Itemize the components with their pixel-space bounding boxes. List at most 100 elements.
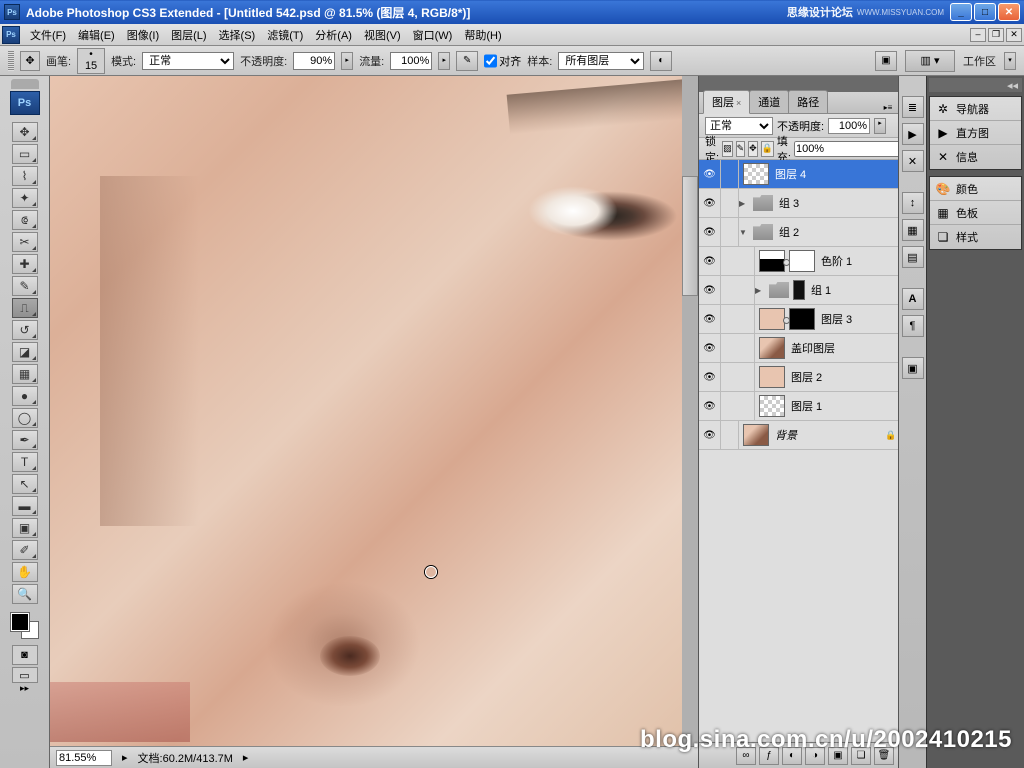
menu-image[interactable]: 图像(I) <box>121 25 165 45</box>
layer-name[interactable]: 组 1 <box>809 282 898 298</box>
doc-min-button[interactable]: – <box>970 28 986 42</box>
quickmask-button[interactable]: ◙ <box>12 645 38 665</box>
visibility-icon[interactable]: 👁 <box>699 160 721 188</box>
brush-tool[interactable]: ✎ <box>12 276 38 296</box>
toolbox-tab[interactable] <box>11 79 39 89</box>
layer-name[interactable]: 图层 4 <box>773 166 898 182</box>
tab-paths[interactable]: 路径 <box>788 90 828 113</box>
menu-analyze[interactable]: 分析(A) <box>309 25 358 45</box>
new-group-button[interactable]: ▣ <box>828 747 848 765</box>
align-checkbox[interactable]: 对齐 <box>484 52 521 70</box>
slice-tool[interactable]: ✂ <box>12 232 38 252</box>
menu-window[interactable]: 窗口(W) <box>407 25 459 45</box>
lock-trans-button[interactable]: ▨ <box>722 141 733 157</box>
zoom-input[interactable] <box>56 750 112 766</box>
move-tool[interactable]: ✥ <box>12 122 38 142</box>
bridge-bar[interactable]: ▥ ▾ <box>905 50 955 72</box>
doc-close-button[interactable]: ✕ <box>1006 28 1022 42</box>
menu-edit[interactable]: 编辑(E) <box>72 25 121 45</box>
layer-row[interactable]: 👁色阶 1 <box>699 247 898 276</box>
current-tool-icon[interactable]: ✥ <box>20 51 40 71</box>
zoom-tool[interactable]: 🔍 <box>12 584 38 604</box>
menu-file[interactable]: 文件(F) <box>24 25 72 45</box>
layer-list[interactable]: 👁图层 4👁▶组 3👁▼组 2👁色阶 1👁▶组 1👁图层 3👁盖印图层👁图层 2… <box>699 160 898 742</box>
minimize-button[interactable]: _ <box>950 3 972 21</box>
dock-history-icon[interactable]: ≣ <box>902 96 924 118</box>
notes-tool[interactable]: ▣ <box>12 518 38 538</box>
dock-pilcrow-icon[interactable]: ¶ <box>902 315 924 337</box>
sample-ignore-button[interactable]: ◐ <box>650 51 672 71</box>
disclosure-icon[interactable]: ▶ <box>739 199 749 208</box>
type-tool[interactable]: T <box>12 452 38 472</box>
eyedropper-tool[interactable]: ✐ <box>12 540 38 560</box>
layer-thumb[interactable] <box>743 424 769 446</box>
histogram-palette[interactable]: ▶直方图 <box>930 121 1021 145</box>
maximize-button[interactable]: □ <box>974 3 996 21</box>
airbrush-button[interactable]: ✎ <box>456 51 478 71</box>
visibility-icon[interactable]: 👁 <box>699 334 721 362</box>
heal-tool[interactable]: ✚ <box>12 254 38 274</box>
layer-name[interactable]: 组 2 <box>777 224 898 240</box>
layer-mask-button[interactable]: ◐ <box>782 747 802 765</box>
visibility-icon[interactable]: 👁 <box>699 189 721 217</box>
layer-name[interactable]: 背景 <box>773 427 884 443</box>
layer-fx-button[interactable]: ƒ <box>759 747 779 765</box>
dock-brushes-icon[interactable]: ▤ <box>902 246 924 268</box>
tab-layers[interactable]: 图层× <box>703 90 750 114</box>
layer-row[interactable]: 👁背景🔒 <box>699 421 898 450</box>
hand-tool[interactable]: ✋ <box>12 562 38 582</box>
menu-help[interactable]: 帮助(H) <box>458 25 507 45</box>
blend-mode-select[interactable]: 正常 <box>142 52 234 70</box>
visibility-icon[interactable]: 👁 <box>699 276 721 304</box>
menu-view[interactable]: 视图(V) <box>358 25 407 45</box>
screenmode-button[interactable]: ▭ <box>12 667 38 683</box>
visibility-icon[interactable]: 👁 <box>699 392 721 420</box>
layer-row[interactable]: 👁 ▶ 组 1 <box>699 276 898 305</box>
scrollbar-thumb[interactable] <box>682 176 698 296</box>
chevron-right-icon[interactable]: ▸ <box>122 751 128 764</box>
dock-actions-icon[interactable]: ▶ <box>902 123 924 145</box>
layer-name[interactable]: 色阶 1 <box>819 253 898 269</box>
menu-layer[interactable]: 图层(L) <box>165 25 212 45</box>
dock-clone-icon[interactable]: ▣ <box>902 357 924 379</box>
swatches-palette[interactable]: ▦色板 <box>930 201 1021 225</box>
layer-name[interactable]: 图层 3 <box>819 311 898 327</box>
new-layer-button[interactable]: ❏ <box>851 747 871 765</box>
layer-name[interactable]: 图层 1 <box>789 398 898 414</box>
lock-pos-button[interactable]: ✥ <box>748 141 758 157</box>
layer-row[interactable]: 👁 ▼ 组 2 <box>699 218 898 247</box>
blur-tool[interactable]: ● <box>12 386 38 406</box>
path-select-tool[interactable]: ↖ <box>12 474 38 494</box>
dodge-tool[interactable]: ◯ <box>12 408 38 428</box>
wand-tool[interactable]: ✦ <box>12 188 38 208</box>
foreground-color[interactable] <box>11 613 29 631</box>
brush-preset-picker[interactable]: 15 <box>77 48 105 74</box>
disclosure-icon[interactable]: ▶ <box>755 286 765 295</box>
visibility-icon[interactable]: 👁 <box>699 421 721 449</box>
layer-thumb[interactable] <box>759 395 785 417</box>
layer-opacity-input[interactable] <box>828 118 870 134</box>
eraser-tool[interactable]: ◪ <box>12 342 38 362</box>
tab-channels[interactable]: 通道 <box>749 90 789 113</box>
lasso-tool[interactable]: ⌇ <box>12 166 38 186</box>
menu-filter[interactable]: 滤镜(T) <box>261 25 309 45</box>
layer-row[interactable]: 👁 图层 1 <box>699 392 898 421</box>
opacity-flyout[interactable]: ▸ <box>341 52 353 70</box>
mask-thumb[interactable] <box>789 250 815 272</box>
visibility-icon[interactable]: 👁 <box>699 218 721 246</box>
layer-thumb[interactable] <box>743 163 769 185</box>
palette-collapse-icon[interactable]: ◂◂ <box>929 78 1022 92</box>
menu-select[interactable]: 选择(S) <box>213 25 262 45</box>
layer-row[interactable]: 👁图层 2 <box>699 363 898 392</box>
adjust-layer-button[interactable]: ◑ <box>805 747 825 765</box>
delete-layer-button[interactable]: 🗑 <box>874 747 894 765</box>
layer-name[interactable]: 组 3 <box>777 195 898 211</box>
toolbox-chevron-icon[interactable]: ▸▸ <box>20 683 29 694</box>
sample-select[interactable]: 所有图层 <box>558 52 644 70</box>
disclosure-icon[interactable]: ▼ <box>739 228 749 237</box>
layer-row[interactable]: 👁图层 3 <box>699 305 898 334</box>
mask-thumb[interactable] <box>789 308 815 330</box>
visibility-icon[interactable]: 👁 <box>699 363 721 391</box>
layer-thumb[interactable] <box>759 308 785 330</box>
styles-palette[interactable]: ❏样式 <box>930 225 1021 249</box>
